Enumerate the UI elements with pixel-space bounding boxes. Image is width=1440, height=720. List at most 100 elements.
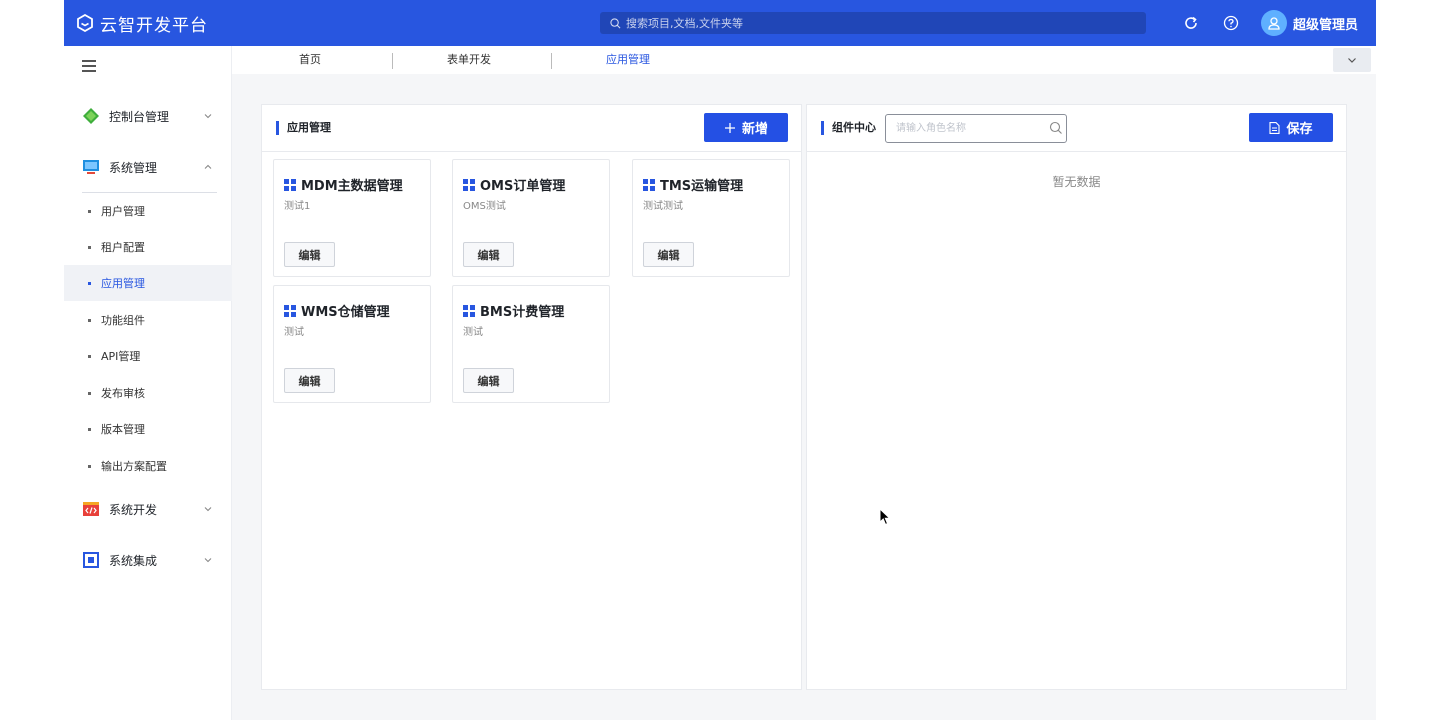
bullet-icon <box>88 354 91 358</box>
chevron-up-icon <box>204 164 212 169</box>
logo-text: 云智开发平台 <box>100 15 208 36</box>
tab-form-development[interactable]: 表单开发 <box>409 46 529 74</box>
grid-icon <box>284 304 296 317</box>
tab-bar: 首页 表单开发 应用管理 <box>232 46 1376 74</box>
header-actions: 超级管理员 <box>1181 0 1358 46</box>
logo-icon <box>77 14 93 32</box>
chevron-down-icon <box>1348 58 1356 63</box>
sidebar-item-label: 租户配置 <box>101 241 145 254</box>
app-card: WMS仓储管理 测试 编辑 <box>273 285 431 403</box>
bullet-icon <box>88 464 91 468</box>
app-card: TMS运输管理 测试测试 编辑 <box>632 159 790 277</box>
sidebar-item-label: 版本管理 <box>101 423 145 436</box>
avatar[interactable] <box>1260 10 1287 36</box>
chevron-down-icon <box>204 507 212 512</box>
panel-title: 应用管理 <box>276 121 331 135</box>
app-card-desc: 测试测试 <box>643 201 683 212</box>
sidebar-group-label: 系统集成 <box>109 553 158 568</box>
tab-separator <box>392 53 393 69</box>
refresh-icon[interactable] <box>1181 13 1201 33</box>
app-card: BMS计费管理 测试 编辑 <box>452 285 610 403</box>
edit-button[interactable]: 编辑 <box>284 368 335 393</box>
sidebar-item-label: 输出方案配置 <box>101 460 167 473</box>
save-button[interactable]: 保存 <box>1249 113 1333 142</box>
logo[interactable]: 云智开发平台 <box>76 11 208 36</box>
sidebar-item-label: API管理 <box>101 350 141 363</box>
grid-icon <box>463 304 475 317</box>
plus-icon <box>724 122 735 133</box>
sidebar-group-label: 控制台管理 <box>109 109 170 124</box>
app-card-title: MDM主数据管理 <box>284 175 403 194</box>
app-card-title: WMS仓储管理 <box>284 301 390 320</box>
edit-button[interactable]: 编辑 <box>643 242 694 267</box>
sidebar-item-function-component[interactable]: 功能组件 <box>64 302 232 338</box>
sidebar-group-integration[interactable]: 系统集成 <box>64 543 232 577</box>
edit-button[interactable]: 编辑 <box>284 242 335 267</box>
app-card-desc: 测试 <box>463 327 483 338</box>
sidebar-item-output-config[interactable]: 输出方案配置 <box>64 448 232 484</box>
sidebar-group-development[interactable]: 系统开发 <box>64 492 232 526</box>
chip-icon <box>82 551 100 569</box>
bullet-icon <box>88 245 91 249</box>
sidebar-item-label: 应用管理 <box>101 277 145 290</box>
app-card-title: TMS运输管理 <box>643 175 743 194</box>
sidebar-item-label: 用户管理 <box>101 205 145 218</box>
edit-button[interactable]: 编辑 <box>463 368 514 393</box>
top-header: 云智开发平台 搜索项目,文档,文件夹等 超级管理员 <box>64 0 1376 46</box>
mouse-cursor-icon <box>879 508 891 526</box>
monitor-icon <box>82 158 100 176</box>
component-center-panel: 组件中心 保存 暂无数据 <box>806 104 1347 690</box>
tab-dropdown-button[interactable] <box>1333 48 1371 72</box>
search-icon[interactable] <box>1049 121 1063 135</box>
tab-app-management[interactable]: 应用管理 <box>568 46 688 74</box>
add-button-label: 新增 <box>741 122 768 137</box>
chevron-down-icon <box>204 558 212 563</box>
grid-icon <box>463 178 475 191</box>
panel-header: 应用管理 新增 <box>262 105 801 152</box>
user-icon <box>1268 17 1280 30</box>
leaf-icon <box>82 107 100 125</box>
grid-icon <box>284 178 296 191</box>
bullet-icon <box>88 427 91 431</box>
tab-separator <box>551 53 552 69</box>
chevron-down-icon <box>204 114 212 119</box>
sidebar-group-system[interactable]: 系统管理 <box>64 150 232 184</box>
bullet-icon <box>88 391 91 395</box>
sidebar-item-publish-review[interactable]: 发布审核 <box>64 375 232 411</box>
bullet-icon <box>88 209 91 213</box>
sidebar-group-label: 系统开发 <box>109 502 158 517</box>
sidebar-item-label: 功能组件 <box>101 314 145 327</box>
app-card-desc: OMS测试 <box>463 201 506 212</box>
menu-toggle-icon[interactable] <box>82 60 96 72</box>
empty-state-text: 暂无数据 <box>1052 175 1101 189</box>
code-icon <box>82 500 100 518</box>
app-card: MDM主数据管理 测试1 编辑 <box>273 159 431 277</box>
app-card-desc: 测试1 <box>284 201 311 212</box>
tab-home[interactable]: 首页 <box>250 46 370 74</box>
sidebar: 控制台管理 系统管理 用户管理 租户配置 应用管理 功能组件 API管理 发布审… <box>64 46 232 720</box>
help-icon[interactable] <box>1221 13 1241 33</box>
grid-icon <box>643 178 655 191</box>
bullet-icon <box>88 318 91 322</box>
sidebar-item-user-management[interactable]: 用户管理 <box>64 193 232 229</box>
search-placeholder: 搜索项目,文档,文件夹等 <box>626 17 743 30</box>
sidebar-group-console[interactable]: 控制台管理 <box>64 99 232 133</box>
sidebar-item-app-management[interactable]: 应用管理 <box>64 265 232 301</box>
role-name-search-input[interactable] <box>885 114 1067 143</box>
app-card-title: OMS订单管理 <box>463 175 565 194</box>
sidebar-item-tenant-config[interactable]: 租户配置 <box>64 229 232 265</box>
sidebar-item-api-management[interactable]: API管理 <box>64 338 232 374</box>
add-button[interactable]: 新增 <box>704 113 788 142</box>
app-management-panel: 应用管理 新增 MDM主数据管理 测试1 编辑 OMS订单管理 OMS测试 编辑 <box>261 104 802 690</box>
app-window: 云智开发平台 搜索项目,文档,文件夹等 超级管理员 控制台管理 系统管理 用户管… <box>64 0 1376 720</box>
save-button-label: 保存 <box>1286 122 1313 137</box>
sidebar-group-label: 系统管理 <box>109 160 158 175</box>
panel-header: 组件中心 保存 <box>807 105 1346 152</box>
app-card-title: BMS计费管理 <box>463 301 564 320</box>
panel-title: 组件中心 <box>821 121 876 135</box>
search-icon <box>610 17 621 28</box>
global-search-input[interactable]: 搜索项目,文档,文件夹等 <box>600 12 1146 34</box>
sidebar-item-version-management[interactable]: 版本管理 <box>64 411 232 447</box>
edit-button[interactable]: 编辑 <box>463 242 514 267</box>
username[interactable]: 超级管理员 <box>1293 14 1358 33</box>
